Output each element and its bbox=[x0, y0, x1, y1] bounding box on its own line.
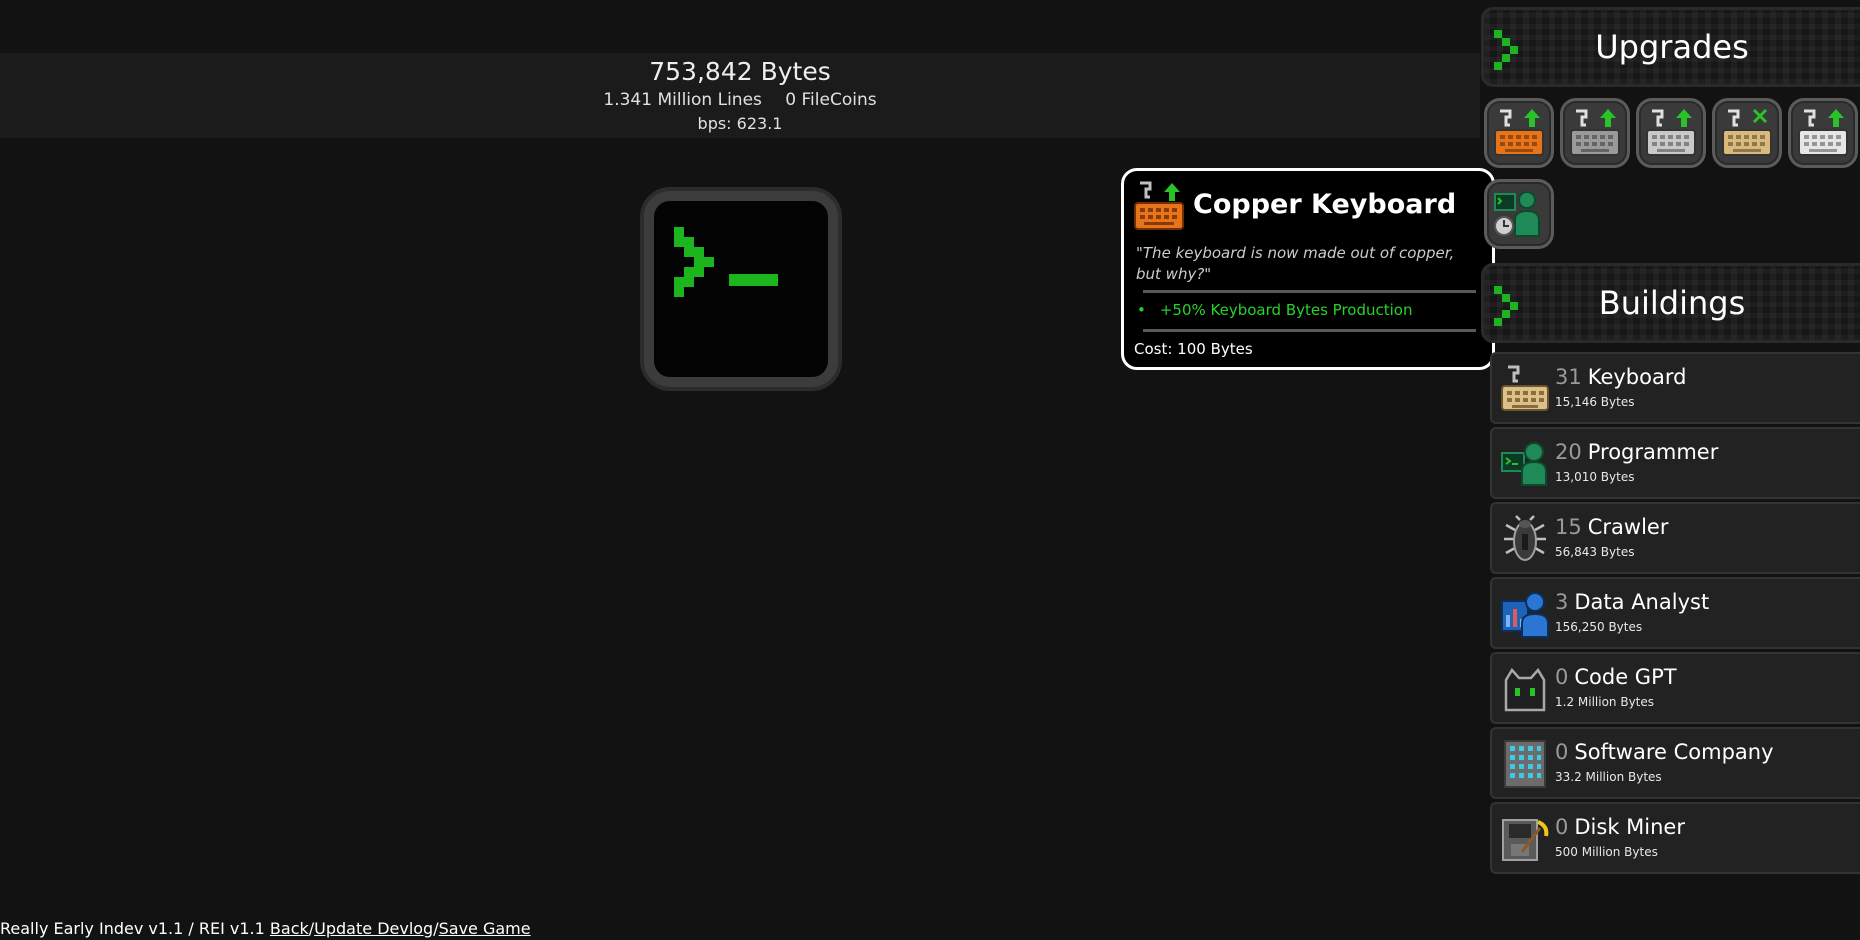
bytes-per-second: bps: 623.1 bbox=[697, 114, 783, 133]
building-row-software-company[interactable]: 0 Software Company 33.2 Million Bytes bbox=[1490, 727, 1860, 799]
keyboard-icon bbox=[1501, 365, 1549, 411]
stats-bar: 753,842 Bytes 1.341 Million Lines 0 File… bbox=[0, 53, 1480, 138]
footer: Really Early Indev v1.1 / REI v1.1 Back/… bbox=[0, 919, 531, 938]
building-cost: 33.2 Million Bytes bbox=[1555, 770, 1662, 784]
upgrades-title: Upgrades bbox=[1595, 28, 1749, 66]
tooltip-cost: Cost: 100 Bytes bbox=[1134, 340, 1253, 358]
filecoins-counter: 0 FileCoins bbox=[785, 90, 877, 110]
update-devlog-link[interactable]: Update Devlog bbox=[314, 919, 433, 938]
upgrades-header: Upgrades bbox=[1481, 7, 1860, 87]
terminal-clicker-button[interactable] bbox=[644, 191, 838, 387]
upgrade-tile[interactable] bbox=[1788, 98, 1858, 168]
buildings-header: Buildings bbox=[1481, 263, 1860, 343]
building-name: Software Company bbox=[1574, 740, 1774, 764]
programmer-icon bbox=[1501, 442, 1547, 486]
building-count: 15 Crawler bbox=[1555, 515, 1669, 539]
building-cost: 15,146 Bytes bbox=[1555, 395, 1635, 409]
office-building-icon bbox=[1504, 740, 1546, 788]
upgrade-tile[interactable] bbox=[1636, 98, 1706, 168]
upgrade-tile[interactable] bbox=[1484, 179, 1554, 249]
copper-keyboard-upgrade-icon bbox=[1134, 181, 1184, 230]
building-row-keyboard[interactable]: 31 Keyboard 15,146 Bytes bbox=[1490, 352, 1860, 424]
silver-keyboard-upgrade-icon bbox=[1570, 109, 1620, 156]
building-name: Programmer bbox=[1587, 440, 1719, 464]
upgrade-tile[interactable] bbox=[1560, 98, 1630, 168]
data-analyst-icon bbox=[1501, 592, 1549, 638]
upgrade-grid bbox=[1484, 98, 1860, 250]
building-count: 0 Software Company bbox=[1555, 740, 1774, 764]
building-name: Data Analyst bbox=[1574, 590, 1710, 614]
building-name: Keyboard bbox=[1587, 365, 1687, 389]
tooltip-effect: +50% Keyboard Bytes Production bbox=[1137, 301, 1413, 319]
tooltip-flavor-text: "The keyboard is now made out of copper,… bbox=[1136, 244, 1455, 283]
building-name: Crawler bbox=[1587, 515, 1669, 539]
building-row-programmer[interactable]: 20 Programmer 13,010 Bytes bbox=[1490, 427, 1860, 499]
white-keyboard-upgrade-icon bbox=[1646, 109, 1696, 156]
building-cost: 1.2 Million Bytes bbox=[1555, 695, 1655, 709]
building-count: 3 Data Analyst bbox=[1555, 590, 1710, 614]
tooltip-divider bbox=[1143, 329, 1476, 332]
tan-keyboard-upgrade-icon bbox=[1722, 108, 1772, 156]
tooltip-divider bbox=[1143, 290, 1476, 293]
disk-pickaxe-icon bbox=[1502, 819, 1549, 861]
upgrade-tile[interactable] bbox=[1712, 98, 1782, 168]
building-cost: 56,843 Bytes bbox=[1555, 545, 1635, 559]
building-count: 31 Keyboard bbox=[1555, 365, 1687, 389]
sub-stats: 1.341 Million Lines 0 FileCoins bbox=[0, 90, 1480, 110]
bright-keyboard-upgrade-icon bbox=[1798, 109, 1848, 156]
building-row-crawler[interactable]: 15 Crawler 56,843 Bytes bbox=[1490, 502, 1860, 574]
building-name: Code GPT bbox=[1574, 665, 1677, 689]
upgrade-tooltip: Copper Keyboard "The keyboard is now mad… bbox=[1121, 168, 1495, 370]
terminal-cursor bbox=[729, 274, 778, 286]
back-link[interactable]: Back bbox=[270, 919, 309, 938]
upgrade-tile[interactable] bbox=[1484, 98, 1554, 168]
building-name: Disk Miner bbox=[1574, 815, 1685, 839]
copper-keyboard-upgrade-icon bbox=[1494, 109, 1544, 156]
lines-counter: 1.341 Million Lines bbox=[603, 90, 762, 110]
building-cost: 13,010 Bytes bbox=[1555, 470, 1635, 484]
building-row-disk-miner[interactable]: 0 Disk Miner 500 Million Bytes bbox=[1490, 802, 1860, 874]
bytes-counter: 753,842 Bytes bbox=[649, 57, 831, 86]
building-count: 20 Programmer bbox=[1555, 440, 1719, 464]
buildings-title: Buildings bbox=[1598, 284, 1746, 322]
building-count: 0 Disk Miner bbox=[1555, 815, 1685, 839]
robot-cat-icon bbox=[1504, 667, 1546, 712]
building-row-data-analyst[interactable]: 3 Data Analyst 156,250 Bytes bbox=[1490, 577, 1860, 649]
building-cost: 500 Million Bytes bbox=[1555, 845, 1658, 859]
save-game-link[interactable]: Save Game bbox=[439, 919, 531, 938]
version-label: Really Early Indev v1.1 / REI v1.1 bbox=[0, 919, 265, 938]
building-count: 0 Code GPT bbox=[1555, 665, 1677, 689]
crawler-bug-icon bbox=[1504, 515, 1546, 561]
programmer-clock-upgrade-icon bbox=[1494, 191, 1540, 237]
building-row-code-gpt[interactable]: 0 Code GPT 1.2 Million Bytes bbox=[1490, 652, 1860, 724]
terminal-prompt-icon bbox=[674, 227, 714, 297]
building-cost: 156,250 Bytes bbox=[1555, 620, 1643, 634]
tooltip-title: Copper Keyboard bbox=[1193, 189, 1457, 220]
